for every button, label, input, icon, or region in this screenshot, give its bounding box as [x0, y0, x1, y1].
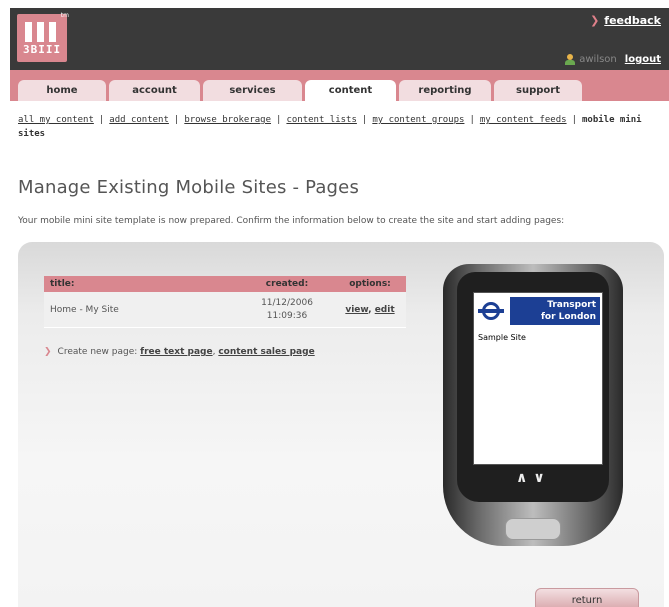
tfl-banner: Transport for London — [476, 297, 600, 325]
phone-button — [505, 518, 561, 540]
tab-support[interactable]: support — [494, 80, 582, 101]
subnav-my-content-groups[interactable]: my content groups — [372, 115, 464, 125]
row-options: view, edit — [334, 305, 406, 315]
user-box: awilson logout — [565, 54, 661, 65]
header-bar: 3BIII tm ❯ feedback awilson logout — [10, 8, 669, 70]
page-title: Manage Existing Mobile Sites - Pages — [18, 177, 360, 198]
tfl-roundel-bar — [478, 309, 504, 313]
content-sales-page-link[interactable]: content sales page — [218, 347, 314, 357]
separator: | — [276, 115, 282, 125]
tab-account[interactable]: account — [109, 80, 200, 101]
sub-navigation: all my content | add content | browse broker… — [18, 113, 658, 141]
subnav-content-lists[interactable]: content lists — [286, 115, 356, 125]
tab-content[interactable]: content — [305, 80, 396, 101]
logo-text: 3BIII — [23, 43, 62, 56]
logo-bar — [37, 22, 44, 42]
site-name: Sample Site — [478, 333, 526, 342]
separator: | — [361, 115, 368, 125]
options-separator: , — [368, 304, 372, 315]
arrow-right-icon: ❯ — [44, 347, 52, 357]
logo-bar — [25, 22, 32, 42]
table-row: Home - My Site 11/12/2006 11:09:36 view,… — [44, 292, 406, 328]
tfl-line2: for London — [540, 312, 596, 322]
subnav-all-my-content[interactable]: all my content — [18, 115, 94, 125]
created-time: 11:09:36 — [266, 310, 308, 321]
tab-reporting[interactable]: reporting — [399, 80, 491, 101]
header-title: title: — [50, 279, 75, 289]
logout-link[interactable]: logout — [625, 54, 661, 65]
tab-services[interactable]: services — [203, 80, 302, 101]
separator: | — [173, 115, 180, 125]
phone-preview: Transport for London Sample Site ∧∨ — [443, 264, 623, 546]
view-link[interactable]: view — [345, 305, 368, 315]
tab-home[interactable]: home — [18, 80, 106, 101]
trademark-mark: tm — [60, 12, 69, 19]
nav-chevrons-icon: ∧∨ — [516, 470, 551, 486]
create-new-page: ❯ Create new page: free text page, conten… — [44, 347, 315, 357]
pages-table: title: created: options: Home - My Site … — [44, 276, 406, 328]
separator: | — [571, 115, 577, 125]
header-options: options: — [349, 279, 391, 289]
tfl-title: Transport for London — [510, 297, 600, 325]
header-created: created: — [265, 279, 309, 289]
brand-logo[interactable]: 3BIII tm — [17, 12, 69, 62]
subnav-my-content-feeds[interactable]: my content feeds — [480, 115, 567, 125]
user-icon — [565, 54, 576, 65]
row-created: 11/12/2006 11:09:36 — [240, 297, 334, 323]
create-prefix: Create new page: — [57, 347, 138, 357]
edit-link[interactable]: edit — [375, 305, 395, 315]
phone-screen: Transport for London Sample Site — [473, 292, 603, 465]
table-header: title: created: options: — [44, 276, 406, 292]
logo-bar — [49, 22, 56, 42]
feedback-label: feedback — [604, 14, 661, 27]
main-tabs: home account services content reporting … — [18, 80, 582, 101]
return-button[interactable]: return — [535, 588, 639, 607]
free-text-page-link[interactable]: free text page — [140, 347, 212, 357]
arrow-right-icon: ❯ — [590, 14, 600, 27]
tfl-line1: Transport — [547, 300, 596, 310]
subnav-add-content[interactable]: add content — [109, 115, 169, 125]
subnav-browse-brokerage[interactable]: browse brokerage — [184, 115, 271, 125]
separator: | — [98, 115, 105, 125]
intro-text: Your mobile mini site template is now pr… — [18, 216, 565, 226]
row-title: Home - My Site — [50, 304, 119, 315]
separator: | — [469, 115, 475, 125]
create-separator: , — [212, 347, 216, 357]
created-date: 11/12/2006 — [261, 297, 313, 308]
username: awilson — [579, 54, 617, 65]
feedback-link[interactable]: ❯ feedback — [590, 14, 661, 27]
